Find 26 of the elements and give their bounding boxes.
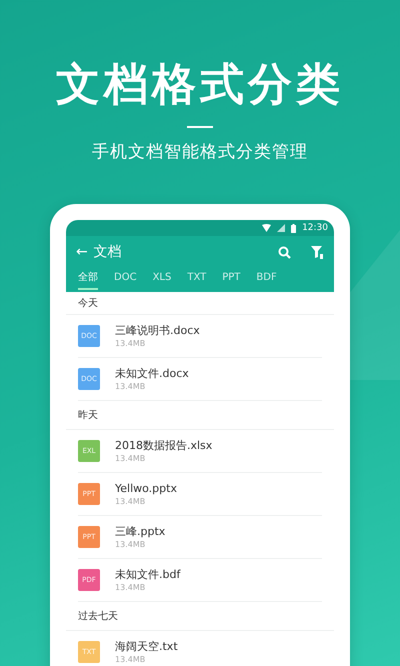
file-size: 13.4MB [115, 654, 146, 665]
file-size: 13.4MB [115, 338, 146, 349]
battery-icon [291, 224, 296, 232]
filter-icon[interactable] [311, 246, 324, 258]
file-size: 13.4MB [115, 582, 146, 593]
headline: 文档格式分类 [56, 58, 344, 112]
file-name[interactable]: 三峰.pptx [115, 524, 166, 539]
file-name[interactable]: 三峰说明书.docx [115, 323, 200, 338]
file-size: 13.4MB [115, 539, 146, 550]
subtitle: 手机文档智能格式分类管理 [92, 141, 308, 164]
file-size: 13.4MB [115, 381, 146, 392]
file-size: 13.4MB [115, 453, 146, 464]
search-icon[interactable] [278, 246, 291, 258]
file-size: 13.4MB [115, 496, 146, 507]
toolbar-title: 文档 [94, 243, 123, 261]
wifi-icon [262, 224, 272, 232]
section-header: 过去七天 [78, 610, 118, 623]
file-name[interactable]: 未知文件.bdf [115, 567, 180, 582]
file-name[interactable]: 2018数据报告.xlsx [115, 438, 212, 453]
status-time: 12:30 [302, 223, 328, 233]
section-header: 昨天 [78, 409, 98, 422]
section-header: 今天 [78, 297, 98, 310]
signal-icon [277, 224, 286, 232]
file-name[interactable]: 海阔天空.txt [115, 639, 178, 654]
file-name[interactable]: Yellwo.pptx [115, 481, 177, 496]
file-name[interactable]: 未知文件.docx [115, 366, 189, 381]
